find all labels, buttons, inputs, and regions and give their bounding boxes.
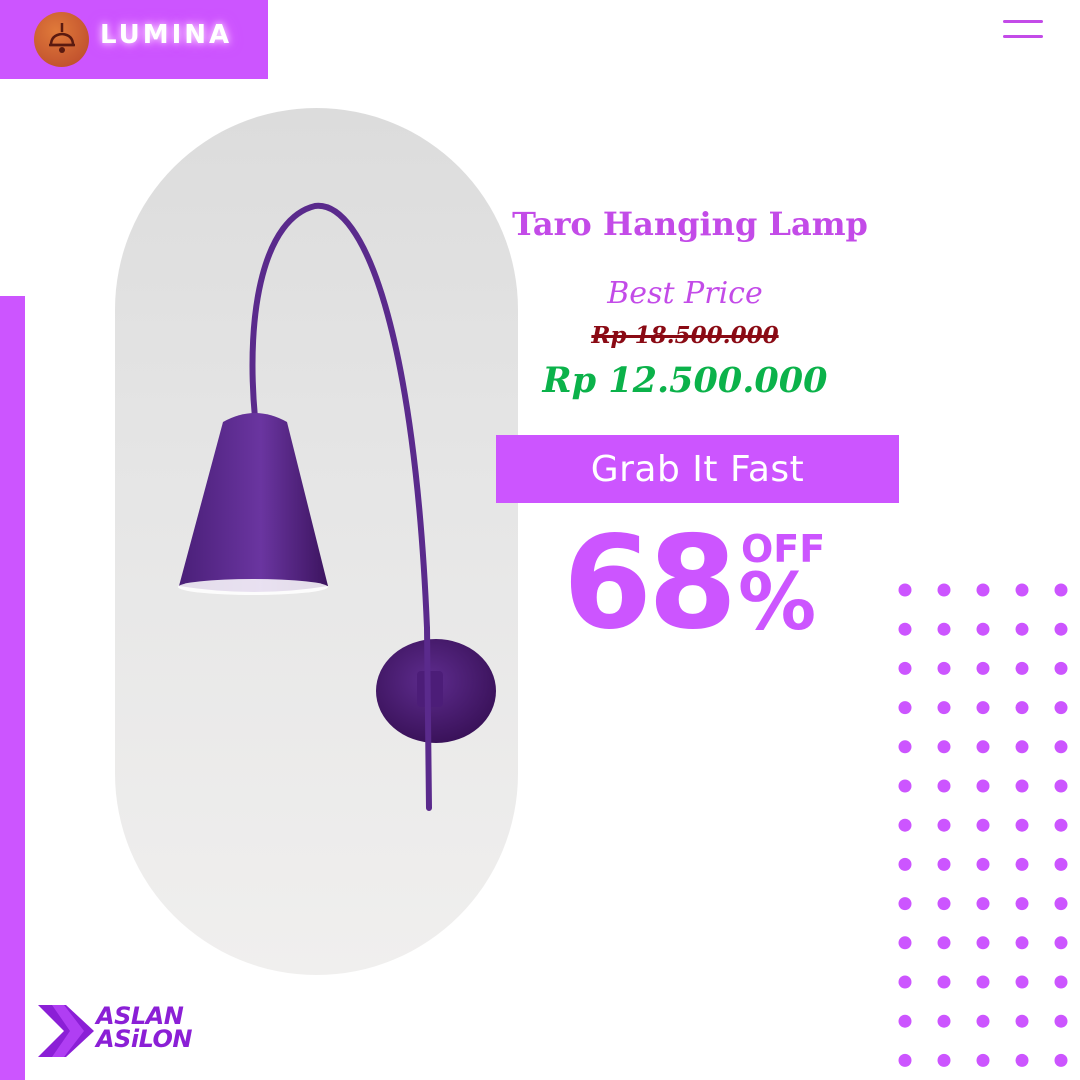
- pattern-dot: [898, 818, 912, 832]
- old-price: Rp 18.500.000: [591, 322, 779, 349]
- pattern-dot: [898, 857, 912, 871]
- product-title: Taro Hanging Lamp: [512, 205, 868, 243]
- pattern-dot: [1015, 857, 1029, 871]
- brand-header[interactable]: LUMINA: [0, 0, 268, 79]
- brand-name: LUMINA: [100, 20, 233, 50]
- pattern-dot: [1054, 622, 1068, 636]
- aslan-asilon-logo: ASLAN ASiLON: [38, 1003, 198, 1059]
- pattern-dot: [898, 779, 912, 793]
- pattern-dot: [1054, 1053, 1068, 1067]
- pattern-dot: [1015, 779, 1029, 793]
- pattern-dot: [1015, 936, 1029, 950]
- pattern-dot: [937, 1053, 951, 1067]
- left-accent-bar: [0, 296, 25, 1080]
- pattern-dot: [1015, 740, 1029, 754]
- pattern-dot: [976, 583, 990, 597]
- pattern-dot: [937, 857, 951, 871]
- pattern-dot: [937, 936, 951, 950]
- pattern-dot: [1015, 622, 1029, 636]
- discount-percent-sign: %: [738, 558, 817, 648]
- pattern-dot: [898, 622, 912, 636]
- pattern-dot: [976, 818, 990, 832]
- grab-it-fast-button[interactable]: Grab It Fast: [496, 435, 899, 503]
- pattern-dot: [1015, 897, 1029, 911]
- pattern-dot: [898, 1014, 912, 1028]
- pattern-dot: [898, 701, 912, 715]
- pattern-dot: [937, 779, 951, 793]
- pattern-dot: [898, 740, 912, 754]
- pattern-dot: [1054, 740, 1068, 754]
- pattern-dot: [937, 622, 951, 636]
- pattern-dot: [1015, 583, 1029, 597]
- pattern-dot: [1015, 661, 1029, 675]
- pattern-dot: [976, 740, 990, 754]
- pattern-dot: [976, 936, 990, 950]
- pattern-dot: [937, 701, 951, 715]
- pattern-dot: [976, 622, 990, 636]
- pattern-dot: [1015, 975, 1029, 989]
- discount-value: 68: [563, 509, 737, 658]
- logo-line2: ASiLON: [96, 1025, 193, 1053]
- pattern-dot: [976, 1014, 990, 1028]
- pattern-dot: [1054, 661, 1068, 675]
- wall-lamp-illustration: [178, 202, 496, 811]
- pattern-dot: [1015, 1014, 1029, 1028]
- pattern-dot: [1054, 897, 1068, 911]
- pattern-dot: [1054, 1014, 1068, 1028]
- hanging-lamp-icon: [34, 12, 89, 67]
- pattern-dot: [898, 975, 912, 989]
- dot-pattern: [898, 583, 1080, 1080]
- pattern-dot: [1015, 701, 1029, 715]
- pattern-dot: [976, 779, 990, 793]
- chevron-arrow-icon: [38, 1005, 94, 1057]
- pattern-dot: [976, 975, 990, 989]
- pattern-dot: [898, 661, 912, 675]
- pattern-dot: [898, 936, 912, 950]
- pattern-dot: [1015, 818, 1029, 832]
- pattern-dot: [1054, 818, 1068, 832]
- pattern-dot: [937, 661, 951, 675]
- pattern-dot: [898, 583, 912, 597]
- best-price-tagline: Best Price: [607, 276, 763, 311]
- pattern-dot: [1054, 701, 1068, 715]
- pattern-dot: [937, 975, 951, 989]
- pattern-dot: [1054, 583, 1068, 597]
- pattern-dot: [898, 1053, 912, 1067]
- pattern-dot: [1054, 857, 1068, 871]
- pattern-dot: [976, 661, 990, 675]
- pattern-dot: [937, 583, 951, 597]
- pattern-dot: [1015, 1053, 1029, 1067]
- pattern-dot: [1054, 936, 1068, 950]
- pattern-dot: [937, 897, 951, 911]
- new-price: Rp 12.500.000: [542, 360, 828, 401]
- product-image: [115, 108, 518, 975]
- pattern-dot: [976, 701, 990, 715]
- pattern-dot: [976, 857, 990, 871]
- pattern-dot: [1054, 975, 1068, 989]
- pattern-dot: [937, 740, 951, 754]
- pattern-dot: [898, 897, 912, 911]
- pattern-dot: [937, 818, 951, 832]
- pattern-dot: [937, 1014, 951, 1028]
- hamburger-menu-icon[interactable]: [1003, 20, 1043, 40]
- pattern-dot: [1054, 779, 1068, 793]
- pattern-dot: [976, 1053, 990, 1067]
- pattern-dot: [976, 897, 990, 911]
